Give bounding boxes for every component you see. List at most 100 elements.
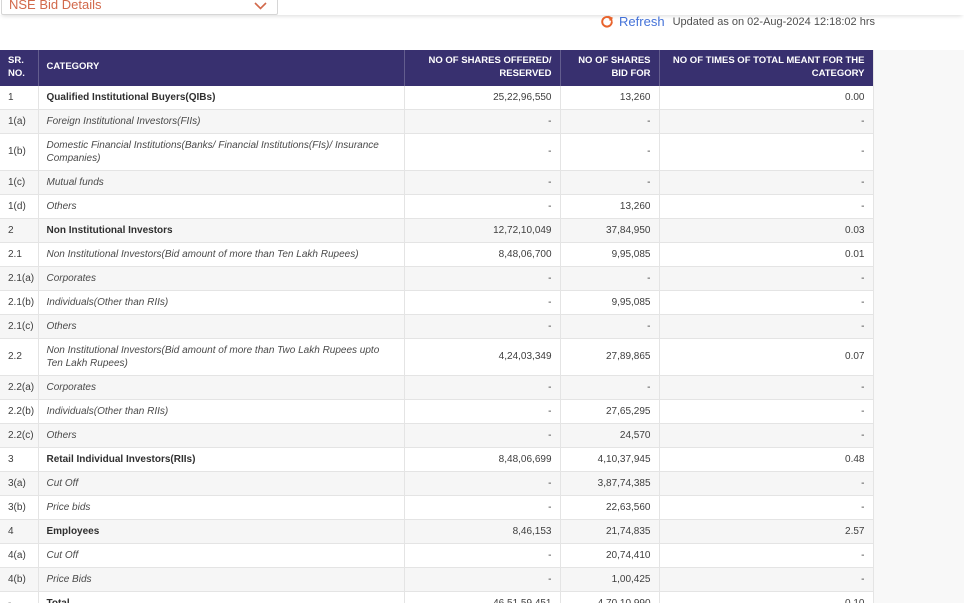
cell-times-subscribed: - xyxy=(659,471,873,496)
cell-shares-bid: 3,87,74,385 xyxy=(560,471,660,496)
cell-times-subscribed: 0.03 xyxy=(659,218,873,243)
cell-shares-offered: - xyxy=(404,194,561,219)
cell-shares-offered: - xyxy=(404,375,561,400)
cell-shares-bid: 13,260 xyxy=(560,194,660,219)
cell-shares-bid: 22,63,560 xyxy=(560,495,660,520)
refresh-button[interactable]: Refresh xyxy=(600,14,665,29)
cell-shares-offered: - xyxy=(404,423,561,448)
cell-shares-offered: 25,22,96,550 xyxy=(404,85,561,110)
cell-shares-bid: 4,10,37,945 xyxy=(560,447,660,472)
cell-sr-no: - xyxy=(0,591,39,603)
cell-shares-bid: 21,74,835 xyxy=(560,519,660,544)
table-row: 2.2(a) Corporates - - - xyxy=(0,375,873,400)
cell-shares-bid: - xyxy=(560,133,660,171)
cell-category: Qualified Institutional Buyers(QIBs) xyxy=(38,85,405,110)
cell-sr-no: 1(a) xyxy=(0,109,39,134)
cell-times-subscribed: - xyxy=(659,133,873,171)
cell-shares-offered: 8,48,06,699 xyxy=(404,447,561,472)
cell-times-subscribed: - xyxy=(659,170,873,195)
cell-category: Cut Off xyxy=(38,471,405,496)
topbar: NSE Bid Details Refresh Updated as on 02… xyxy=(0,0,964,50)
cell-category: Employees xyxy=(38,519,405,544)
cell-category: Domestic Financial Institutions(Banks/ F… xyxy=(38,133,405,171)
cell-shares-bid: - xyxy=(560,170,660,195)
cell-category: Retail Individual Investors(RIIs) xyxy=(38,447,405,472)
cell-times-subscribed: 2.57 xyxy=(659,519,873,544)
report-type-dropdown[interactable]: NSE Bid Details xyxy=(1,0,278,15)
cell-sr-no: 4 xyxy=(0,519,39,544)
table-row: 4 Employees 8,46,153 21,74,835 2.57 xyxy=(0,519,873,544)
cell-sr-no: 2.1 xyxy=(0,242,39,267)
cell-category: Others xyxy=(38,314,405,339)
cell-shares-bid: 1,00,425 xyxy=(560,567,660,592)
cell-shares-offered: - xyxy=(404,314,561,339)
bid-table-body: 1 Qualified Institutional Buyers(QIBs) 2… xyxy=(0,85,873,603)
cell-sr-no: 3(a) xyxy=(0,471,39,496)
cell-shares-bid: 27,65,295 xyxy=(560,399,660,424)
table-row: 1(b) Domestic Financial Institutions(Ban… xyxy=(0,133,873,171)
cell-times-subscribed: - xyxy=(659,266,873,291)
chevron-down-icon xyxy=(254,2,267,10)
table-row: 2.1(a) Corporates - - - xyxy=(0,266,873,291)
table-row: 1(d) Others - 13,260 - xyxy=(0,194,873,219)
cell-sr-no: 3 xyxy=(0,447,39,472)
cell-shares-bid: 9,95,085 xyxy=(560,242,660,267)
cell-shares-bid: - xyxy=(560,314,660,339)
table-row: 2.1(b) Individuals(Other than RIIs) - 9,… xyxy=(0,290,873,315)
cell-shares-offered: 8,46,153 xyxy=(404,519,561,544)
table-row: 4(b) Price Bids - 1,00,425 - xyxy=(0,567,873,592)
table-row: 2.2 Non Institutional Investors(Bid amou… xyxy=(0,338,873,376)
cell-category: Price Bids xyxy=(38,567,405,592)
cell-shares-bid: 4,70,10,990 xyxy=(560,591,660,603)
cell-sr-no: 2.1(b) xyxy=(0,290,39,315)
cell-category: Mutual funds xyxy=(38,170,405,195)
cell-category: Corporates xyxy=(38,266,405,291)
cell-shares-offered: 12,72,10,049 xyxy=(404,218,561,243)
table-row: 2.2(b) Individuals(Other than RIIs) - 27… xyxy=(0,399,873,424)
cell-sr-no: 1(d) xyxy=(0,194,39,219)
table-row: - Total 46,51,59,451 4,70,10,990 0.10 xyxy=(0,591,873,603)
cell-category: Non Institutional Investors(Bid amount o… xyxy=(38,242,405,267)
cell-times-subscribed: 0.00 xyxy=(659,85,873,110)
cell-shares-bid: - xyxy=(560,109,660,134)
cell-shares-bid: 24,570 xyxy=(560,423,660,448)
cell-shares-bid: 9,95,085 xyxy=(560,290,660,315)
cell-shares-offered: - xyxy=(404,170,561,195)
cell-sr-no: 1(b) xyxy=(0,133,39,171)
cell-sr-no: 4(b) xyxy=(0,567,39,592)
cell-shares-offered: - xyxy=(404,567,561,592)
cell-category: Non Institutional Investors xyxy=(38,218,405,243)
cell-times-subscribed: 0.10 xyxy=(659,591,873,603)
cell-shares-offered: - xyxy=(404,133,561,171)
cell-times-subscribed: - xyxy=(659,399,873,424)
table-row: 3 Retail Individual Investors(RIIs) 8,48… xyxy=(0,447,873,472)
table-row: 2.1(c) Others - - - xyxy=(0,314,873,339)
cell-times-subscribed: - xyxy=(659,567,873,592)
cell-shares-offered: 8,48,06,700 xyxy=(404,242,561,267)
column-header-sr-no: SR. NO. xyxy=(0,50,39,86)
cell-times-subscribed: - xyxy=(659,314,873,339)
cell-shares-bid: 37,84,950 xyxy=(560,218,660,243)
cell-sr-no: 2.1(c) xyxy=(0,314,39,339)
cell-times-subscribed: - xyxy=(659,290,873,315)
cell-sr-no: 4(a) xyxy=(0,543,39,568)
cell-category: Cut Off xyxy=(38,543,405,568)
table-row: 1 Qualified Institutional Buyers(QIBs) 2… xyxy=(0,85,873,110)
cell-category: Total xyxy=(38,591,405,603)
table-header: SR. NO. CATEGORY NO OF SHARES OFFERED/ R… xyxy=(0,50,873,86)
table-row: 3(a) Cut Off - 3,87,74,385 - xyxy=(0,471,873,496)
cell-times-subscribed: - xyxy=(659,109,873,134)
cell-sr-no: 3(b) xyxy=(0,495,39,520)
table-row: 2 Non Institutional Investors 12,72,10,0… xyxy=(0,218,873,243)
table-row: 1(c) Mutual funds - - - xyxy=(0,170,873,195)
cell-sr-no: 2 xyxy=(0,218,39,243)
cell-times-subscribed: 0.48 xyxy=(659,447,873,472)
cell-shares-offered: - xyxy=(404,109,561,134)
cell-times-subscribed: - xyxy=(659,375,873,400)
refresh-group: Refresh Updated as on 02-Aug-2024 12:18:… xyxy=(600,14,875,29)
table-row: 4(a) Cut Off - 20,74,410 - xyxy=(0,543,873,568)
cell-shares-bid: - xyxy=(560,266,660,291)
column-header-shares-offered: NO OF SHARES OFFERED/ RESERVED xyxy=(404,50,561,86)
table-row: 2.1 Non Institutional Investors(Bid amou… xyxy=(0,242,873,267)
cell-shares-offered: 46,51,59,451 xyxy=(404,591,561,603)
